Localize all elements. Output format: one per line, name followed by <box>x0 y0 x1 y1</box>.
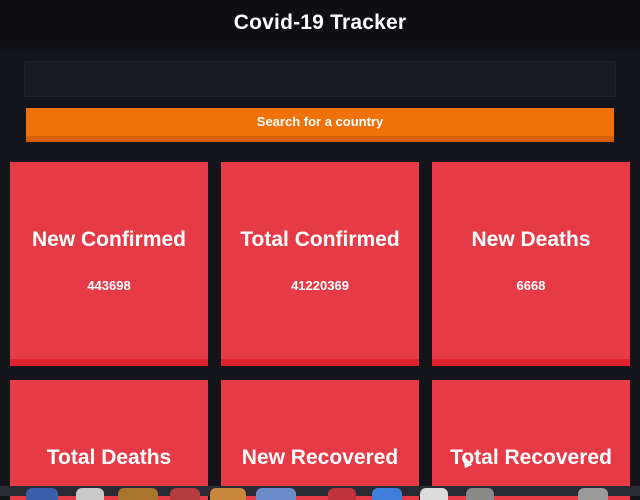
total-confirmed-card: Total Confirmed 41220369 <box>221 162 419 366</box>
app-header: Covid-19 Tracker <box>0 0 640 46</box>
dock-app-icon[interactable] <box>372 488 402 500</box>
dock-app-icon[interactable] <box>76 488 104 500</box>
card-title: New Recovered <box>241 446 399 469</box>
total-recovered-card: Total Recovered <box>432 380 630 500</box>
page-title: Covid-19 Tracker <box>233 11 407 34</box>
dock-app-icon[interactable] <box>256 488 296 500</box>
card-title: Total Deaths <box>46 446 172 469</box>
new-recovered-card: New Recovered <box>221 380 419 500</box>
dock-app-icon[interactable] <box>578 488 608 500</box>
card-value: 6668 <box>516 278 546 293</box>
card-title: Total Recovered <box>450 446 612 469</box>
card-value: 443698 <box>87 278 131 293</box>
new-deaths-card: New Deaths 6668 <box>432 162 630 366</box>
card-title: New Confirmed <box>31 228 186 251</box>
card-title: New Deaths <box>471 228 591 251</box>
dock-app-icon[interactable] <box>328 488 356 500</box>
search-country-button[interactable]: Search for a country <box>26 108 614 142</box>
total-deaths-card: Total Deaths <box>10 380 208 500</box>
country-search-input[interactable] <box>24 61 616 97</box>
card-title: Total Confirmed <box>240 228 400 251</box>
new-confirmed-card: New Confirmed 443698 <box>10 162 208 366</box>
dock-app-icon[interactable] <box>170 488 200 500</box>
dock-app-icon[interactable] <box>420 488 448 500</box>
dock-app-icon[interactable] <box>210 488 246 500</box>
card-value: 41220369 <box>291 278 349 293</box>
dock-app-icon[interactable] <box>26 488 58 500</box>
os-dock <box>0 486 640 500</box>
dock-app-icon[interactable] <box>466 488 494 500</box>
dock-app-icon[interactable] <box>118 488 158 500</box>
